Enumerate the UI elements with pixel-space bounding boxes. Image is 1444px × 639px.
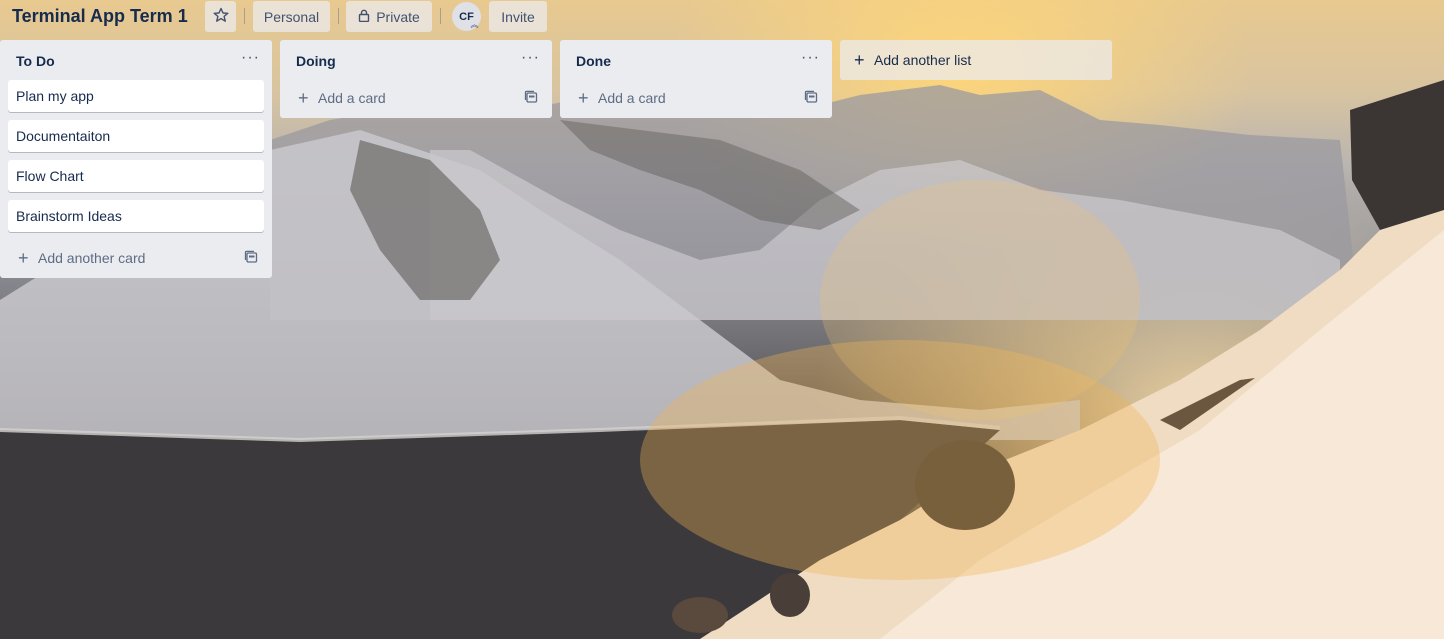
admin-chevron-icon: ︽ (470, 20, 479, 29)
card[interactable]: Plan my app (8, 80, 264, 112)
board-title[interactable]: Terminal App Term 1 (12, 6, 188, 27)
lock-icon (358, 9, 370, 25)
card[interactable]: Documentaiton (8, 120, 264, 152)
plus-icon: + (578, 87, 589, 108)
add-card-button[interactable]: + Add another card (8, 240, 264, 276)
card[interactable]: Brainstorm Ideas (8, 200, 264, 232)
card-template-icon[interactable] (244, 250, 258, 264)
list-done: Done ··· + Add a card (560, 40, 832, 118)
card-template-icon[interactable] (524, 90, 538, 104)
add-list-label: Add another list (874, 52, 972, 68)
invite-button[interactable]: Invite (489, 1, 547, 32)
add-card-button[interactable]: + Add a card (288, 80, 544, 116)
list-header: Doing ··· (280, 40, 552, 80)
header-divider (244, 8, 245, 24)
header-divider (338, 8, 339, 24)
list-doing: Doing ··· + Add a card (280, 40, 552, 118)
plus-icon: + (298, 87, 309, 108)
list-header: Done ··· (560, 40, 832, 80)
plus-icon: + (18, 247, 29, 268)
add-list-button[interactable]: + Add another list (840, 40, 1112, 80)
list-title[interactable]: To Do (16, 53, 55, 69)
team-visibility-button[interactable]: Personal (253, 1, 330, 32)
list-title[interactable]: Done (576, 53, 611, 69)
header-divider (440, 8, 441, 24)
more-horizontal-icon[interactable]: ··· (241, 49, 260, 67)
list-header: To Do ··· (0, 40, 272, 80)
more-horizontal-icon[interactable]: ··· (521, 49, 540, 67)
card[interactable]: Flow Chart (8, 160, 264, 192)
add-card-button[interactable]: + Add a card (568, 80, 824, 116)
star-icon (213, 7, 229, 26)
plus-icon: + (854, 49, 865, 70)
board-header: Terminal App Term 1 Personal Private CF … (0, 0, 1444, 33)
privacy-label: Private (376, 8, 420, 25)
privacy-button[interactable]: Private (346, 1, 432, 32)
more-horizontal-icon[interactable]: ··· (801, 49, 820, 67)
list-to-do: To Do ··· Plan my app Documentaiton Flow… (0, 40, 272, 278)
add-card-label: Add a card (318, 90, 386, 106)
card-template-icon[interactable] (804, 90, 818, 104)
list-title[interactable]: Doing (296, 53, 336, 69)
add-card-label: Add another card (38, 250, 146, 266)
add-card-label: Add a card (598, 90, 666, 106)
star-board-button[interactable] (205, 1, 236, 32)
